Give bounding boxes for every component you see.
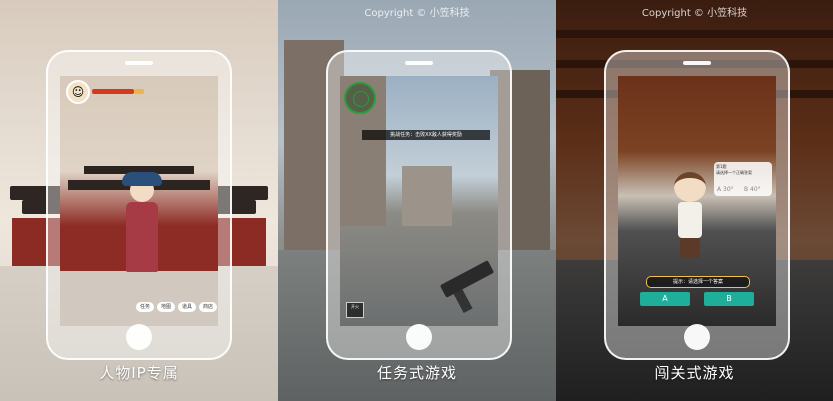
quiz-dialog: 第1题 请选择一个正确答案 A 30° B 40° [714,162,772,196]
hint-bar: 提示：请选择一个答案 [646,276,750,288]
phone-speaker [683,61,711,65]
menu-button-shop[interactable]: 商店 [199,302,217,312]
panel-character-ip: ☺ 任务 地图 道具 商店 人物IP专属 [0,0,278,401]
character-dress [126,202,158,272]
copyright-text: Copyright © 小笠科技 [641,8,748,19]
quiz-text: 请选择一个正确答案 [716,170,752,175]
copyright-text: Copyright © 小笠科技 [364,8,470,19]
panel-caption: 任务式游戏 [376,364,457,382]
phone-frame: 第1题 请选择一个正确答案 A 30° B 40° 提示：请选择一个答案 A B [604,50,790,360]
phone-speaker [125,61,153,65]
character-head [674,172,706,202]
empress-character[interactable] [118,172,166,292]
mission-banner: 挑战任务：击败XX敌人获得奖励 [362,130,490,140]
answer-b-button[interactable]: B [704,292,754,306]
player-avatar[interactable]: ☺ [66,80,90,104]
quiz-option-a: A 30° [717,186,734,193]
phone-screen: 第1题 请选择一个正确答案 A 30° B 40° 提示：请选择一个答案 A B [618,76,776,326]
radar-minimap[interactable] [344,82,376,114]
panel-caption: 闯关式游戏 [654,364,735,382]
home-button[interactable] [684,324,710,350]
menu-button-task[interactable]: 任务 [136,302,154,312]
menu-button-items[interactable]: 道具 [178,302,196,312]
screenshot-stage: ☺ 任务 地图 道具 商店 人物IP专属 Copyright © 小笠科技 挑战… [0,0,833,401]
home-button[interactable] [126,324,152,350]
phone-screen: 挑战任务：击败XX敌人获得奖励 开火 [340,76,498,326]
phone-speaker [405,61,433,65]
character-body [678,202,702,238]
answer-a-button[interactable]: A [640,292,690,306]
phone-frame: ☺ 任务 地图 道具 商店 [46,50,232,360]
health-bar [92,89,144,94]
character-headdress [122,172,162,186]
fire-button[interactable]: 开火 [346,302,364,318]
panel-mission-game: Copyright © 小笠科技 挑战任务：击败XX敌人获得奖励 开火 任务式游… [278,0,556,401]
phone-frame: 挑战任务：击败XX敌人获得奖励 开火 [326,50,512,360]
game-building-center [402,166,452,226]
quiz-option-b: B 40° [744,186,761,193]
home-button[interactable] [406,324,432,350]
character-legs [680,238,700,258]
menu-button-map[interactable]: 地图 [157,302,175,312]
panel-caption: 人物IP专属 [99,364,179,382]
game-menu-row: 任务 地图 道具 商店 [136,302,218,316]
panel-level-game: Copyright © 小笠科技 第1题 请选择一个正确答案 A 30° B 4… [556,0,833,401]
ceiling-beam [556,30,833,38]
phone-screen: ☺ 任务 地图 道具 商店 [60,76,218,326]
guide-character[interactable] [670,172,710,258]
